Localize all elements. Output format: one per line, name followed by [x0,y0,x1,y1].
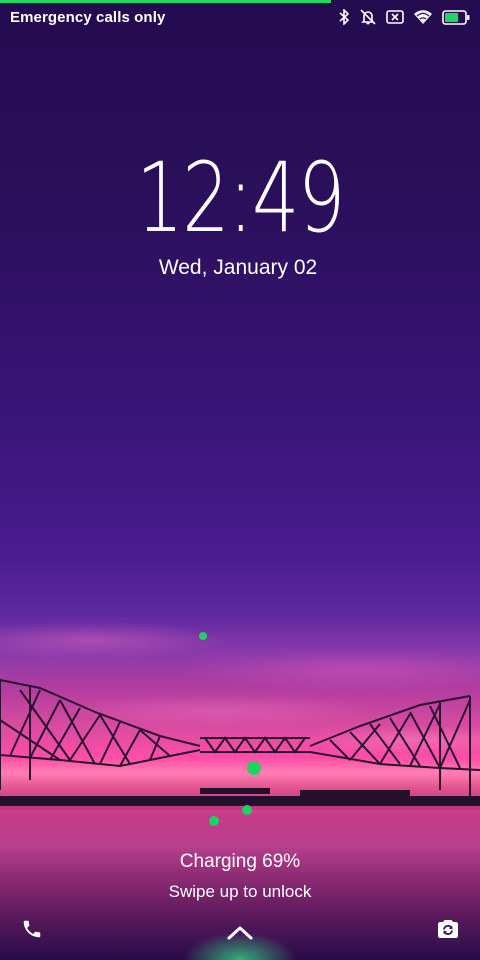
camera-shortcut-button[interactable] [436,918,460,945]
bridge-silhouette [0,679,480,806]
status-icons [338,8,470,26]
phone-shortcut-button[interactable] [21,918,43,945]
charging-dot [242,805,252,815]
swipe-up-button[interactable] [226,925,254,946]
phone-icon [21,920,43,944]
wifi-icon [413,9,433,25]
no-sim-icon [386,10,404,24]
battery-icon [442,9,470,25]
camera-icon [436,920,460,944]
carrier-label: Emergency calls only [10,8,166,26]
chevron-up-icon [226,926,254,945]
unlock-hint: Swipe up to unlock [168,882,312,901]
alarm-off-icon [359,8,377,26]
lockscreen-clock: 12:49 [136,142,346,254]
charging-dot [209,816,219,826]
charging-dot [199,632,207,640]
lockscreen-date: Wed, January 02 [158,256,318,279]
bluetooth-icon [338,9,350,25]
charging-status: Charging 69% [179,851,301,872]
charging-dot [247,761,261,775]
status-bar: Emergency calls only [0,0,480,34]
